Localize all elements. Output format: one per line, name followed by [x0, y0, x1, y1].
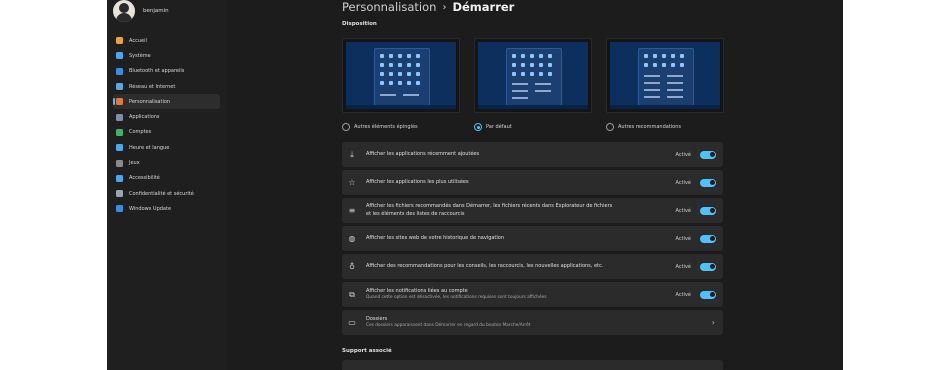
toggle-switch[interactable]: [700, 234, 716, 243]
radio-default[interactable]: Par défaut: [474, 123, 512, 131]
setting-recent-apps: ⤓ Afficher les applications récemment aj…: [342, 142, 723, 167]
sidebar-item-label: Bluetooth et appareils: [129, 68, 185, 75]
support-card[interactable]: [342, 360, 723, 370]
toggle-switch[interactable]: [700, 290, 716, 299]
sidebar-item-label: Windows Update: [129, 205, 172, 212]
gamepad-icon: [116, 159, 123, 167]
radio-more-pins[interactable]: Autres éléments épinglés: [342, 123, 418, 131]
breadcrumb-separator: ›: [442, 1, 447, 13]
setting-label: Dossiers: [366, 315, 388, 322]
sidebar-item-label: Accessibilité: [129, 175, 160, 182]
setting-label: Afficher les applications les plus utili…: [366, 178, 469, 185]
radio-button[interactable]: [342, 123, 350, 131]
radio-label: Autres recommandations: [618, 124, 681, 130]
sidebar-item-windows-update[interactable]: Windows Update: [113, 201, 220, 216]
update-icon: [116, 205, 123, 213]
sidebar-item-bluetooth[interactable]: Bluetooth et appareils: [113, 64, 220, 79]
setting-folders[interactable]: ▭ Dossiers Ces dossiers apparaissent dan…: [342, 310, 723, 335]
system-icon: [116, 52, 123, 60]
sidebar-item-reseau[interactable]: Réseau et Internet: [113, 79, 220, 94]
home-icon: [116, 37, 123, 45]
clock-icon: [116, 144, 123, 152]
radio-more-recommendations[interactable]: Autres recommandations: [606, 123, 681, 131]
toggle-state: Activé: [675, 179, 691, 186]
setting-description: Quand cette option est désactivée, les n…: [366, 295, 547, 301]
sidebar-item-label: Confidentialité et sécurité: [129, 190, 194, 197]
breadcrumb-parent[interactable]: Personnalisation: [342, 0, 436, 14]
sidebar-item-jeux[interactable]: Jeux: [113, 155, 220, 170]
toggle-state: Activé: [675, 151, 691, 158]
main-content: Personnalisation › Démarrer Disposition: [342, 0, 742, 370]
toggle-state: Activé: [675, 291, 691, 298]
setting-description: Ces dossiers apparaissent dans Démarrer …: [366, 323, 531, 329]
chevron-right-icon: ›: [711, 318, 715, 327]
network-icon: [116, 83, 123, 91]
sidebar-item-label: Réseau et Internet: [129, 83, 176, 90]
toggle-switch[interactable]: [700, 178, 716, 187]
notification-icon: ⧉: [349, 289, 355, 299]
radio-button[interactable]: [474, 123, 482, 131]
sidebar-item-label: Applications: [129, 114, 160, 121]
setting-tips-recommendations: ♁ Afficher des recommandations pour les …: [342, 254, 723, 279]
setting-label: Afficher les sites web de votre historiq…: [366, 234, 505, 241]
list-icon: ≡: [348, 205, 356, 215]
sidebar-item-label: Comptes: [129, 129, 152, 136]
bluetooth-icon: [116, 67, 123, 75]
breadcrumb: Personnalisation › Démarrer: [342, 0, 514, 14]
sidebar-item-confidentialite[interactable]: Confidentialité et sécurité: [113, 186, 220, 201]
apps-icon: [116, 113, 123, 121]
user-name: benjamin: [143, 8, 169, 14]
sidebar-item-label: Jeux: [129, 160, 140, 167]
radio-label: Autres éléments épinglés: [354, 124, 418, 130]
toggle-state: Activé: [675, 263, 691, 270]
toggle-state: Activé: [675, 235, 691, 242]
layout-preview-default[interactable]: [474, 38, 592, 113]
radio-button[interactable]: [606, 123, 614, 131]
toggle-switch[interactable]: [700, 150, 716, 159]
setting-label: Afficher des recommandations pour les co…: [366, 262, 604, 269]
accessibility-icon: [116, 174, 123, 182]
sidebar-item-personnalisation[interactable]: Personnalisation: [113, 94, 220, 110]
layout-section-title: Disposition: [342, 21, 377, 27]
setting-account-notifications: ⧉ Afficher les notifications liées au co…: [342, 282, 723, 307]
download-icon: ⤓: [350, 149, 354, 159]
folder-icon: ▭: [348, 317, 356, 327]
layout-preview-more-recommendations[interactable]: [606, 38, 724, 113]
page-title: Démarrer: [452, 0, 515, 14]
setting-label: Afficher les fichiers recommandés dans D…: [366, 203, 613, 217]
accounts-icon: [116, 128, 123, 136]
shield-icon: [116, 190, 123, 198]
sidebar-item-label: Accueil: [129, 37, 147, 44]
sidebar-item-systeme[interactable]: Système: [113, 48, 220, 63]
sidebar-item-label: Personnalisation: [129, 98, 171, 105]
settings-window: benjamin Accueil Système Bluetooth et ap…: [107, 0, 843, 370]
sidebar-item-comptes[interactable]: Comptes: [113, 125, 220, 140]
sidebar-item-label: Heure et langue: [129, 144, 170, 151]
setting-label: Afficher les notifications liées au comp…: [366, 287, 468, 294]
user-profile[interactable]: benjamin: [113, 0, 169, 22]
sidebar-item-accessibilite[interactable]: Accessibilité: [113, 171, 220, 186]
sidebar-item-label: Système: [129, 52, 151, 59]
setting-most-used-apps: ☆ Afficher les applications les plus uti…: [342, 170, 723, 195]
support-section-title: Support associé: [342, 348, 392, 354]
lightbulb-icon: ♁: [349, 261, 355, 271]
setting-recommended-files: ≡ Afficher les fichiers recommandés dans…: [342, 198, 723, 223]
radio-label: Par défaut: [486, 124, 512, 130]
toggle-switch[interactable]: [700, 206, 716, 215]
brush-icon: [116, 98, 123, 106]
sidebar-item-applications[interactable]: Applications: [113, 109, 220, 124]
toggle-state: Activé: [675, 207, 691, 214]
layout-preview-more-pins[interactable]: [342, 38, 460, 113]
toggle-switch[interactable]: [700, 262, 716, 271]
star-icon: ☆: [348, 177, 356, 187]
setting-label: Afficher les applications récemment ajou…: [366, 150, 480, 157]
avatar: [113, 0, 135, 22]
sidebar-nav: Accueil Système Bluetooth et appareils R…: [113, 33, 220, 217]
globe-icon: ◍: [348, 233, 356, 243]
setting-browsing-history: ◍ Afficher les sites web de votre histor…: [342, 226, 723, 251]
sidebar-item-accueil[interactable]: Accueil: [113, 33, 220, 48]
sidebar-item-heure-langue[interactable]: Heure et langue: [113, 140, 220, 155]
sidebar: benjamin Accueil Système Bluetooth et ap…: [107, 0, 227, 370]
